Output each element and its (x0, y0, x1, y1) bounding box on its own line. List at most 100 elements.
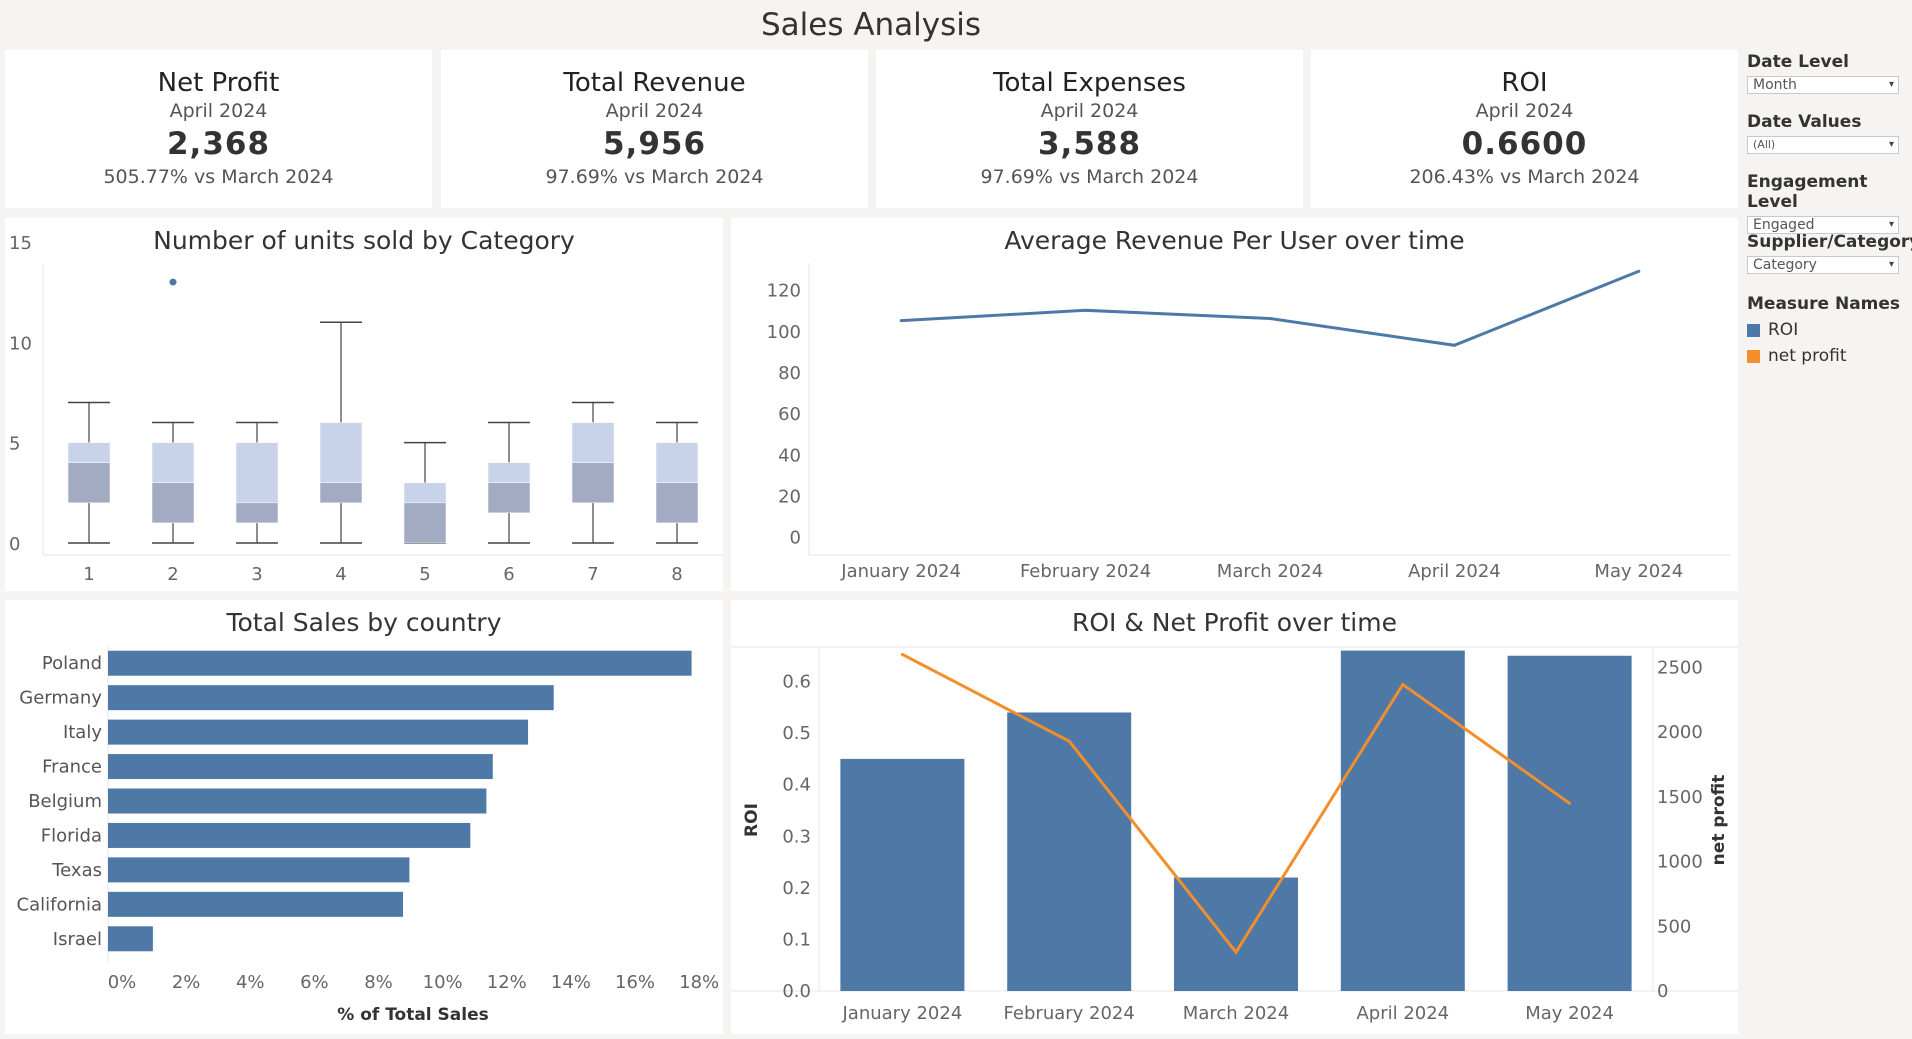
dropdown-value: Engaged (1753, 217, 1815, 233)
x-tick-label: 2 (167, 564, 178, 585)
kpi-card-net-profit: Net Profit April 2024 2,368 505.77% vs M… (5, 50, 432, 208)
country-bar (108, 719, 529, 745)
kpi-period: April 2024 (169, 100, 268, 122)
y-tick-label: 10 (9, 333, 32, 354)
x-tick-label: 10% (423, 972, 463, 993)
date-level-dropdown[interactable]: Month ▾ (1747, 76, 1899, 94)
y-tick-label: 80 (778, 363, 801, 384)
country-bar (108, 822, 471, 848)
x-tick-label: April 2024 (1356, 1003, 1449, 1024)
category-label: France (42, 757, 102, 778)
box-upper (655, 442, 699, 484)
y-tick-label: 40 (778, 445, 801, 466)
box-lower (655, 482, 699, 524)
legend-item-net-profit[interactable]: net profit (1747, 346, 1846, 366)
net-profit-point (1401, 683, 1405, 687)
legend-swatch (1747, 349, 1760, 363)
roi-bar (1174, 877, 1298, 991)
country-bar (108, 754, 493, 780)
kpi-title: Total Revenue (563, 68, 746, 98)
net-profit-point (1234, 950, 1238, 954)
kpi-period: April 2024 (605, 100, 704, 122)
arpu-point (1268, 317, 1272, 321)
units-by-category-chart[interactable]: 0 5 10 15 1 2 3 4 5 6 7 8 (5, 218, 723, 591)
chevron-down-icon: ▾ (1888, 259, 1894, 270)
supplier-category-dropdown[interactable]: Category ▾ (1747, 256, 1899, 274)
country-bar (108, 650, 692, 676)
date-level-filter: Date Level Month ▾ (1747, 52, 1907, 94)
x-tick-label: 6% (300, 972, 329, 993)
country-bar (108, 685, 554, 711)
category-label: Poland (42, 653, 102, 674)
arpu-line (901, 269, 1640, 347)
roi-bar (1507, 655, 1632, 991)
category-label: Italy (63, 722, 102, 743)
sales-by-country-panel: Total Sales by country Poland Germany Ital… (5, 600, 723, 1034)
chevron-down-icon: ▾ (1888, 79, 1894, 90)
chevron-down-icon: ▾ (1888, 139, 1894, 150)
x-tick-label: March 2024 (1183, 1003, 1289, 1024)
y-tick-label: 60 (778, 404, 801, 425)
y-right-tick-label: 1000 (1657, 852, 1703, 873)
y-right-tick-label: 0 (1657, 981, 1668, 1002)
x-axis-title: % of Total Sales (337, 1005, 489, 1025)
category-label: Florida (41, 825, 102, 846)
category-label: Texas (51, 860, 102, 881)
country-bar (108, 857, 410, 883)
filter-label: Date Values (1747, 112, 1862, 132)
arpu-panel: Average Revenue Per User over time 0 20 40… (731, 218, 1738, 591)
box-lower (151, 482, 195, 524)
y-left-tick-label: 0.2 (782, 878, 811, 899)
box-upper (403, 482, 447, 504)
category-label: Germany (19, 688, 102, 709)
box-lower (403, 502, 447, 544)
outlier-point (169, 278, 177, 286)
box-lower (487, 482, 531, 514)
arpu-point (1637, 269, 1641, 273)
dashboard-title: Sales Analysis (760, 7, 982, 43)
roi-bar (840, 758, 965, 991)
roi-net-profit-chart[interactable]: 0.0 0.1 0.2 0.3 0.4 0.5 0.6 0 500 1000 1500 2000 250… (731, 600, 1738, 1034)
dropdown-value: (All) (1753, 138, 1776, 151)
kpi-card-roi: ROI April 2024 0.6600 206.43% vs March 2… (1311, 50, 1738, 208)
y-tick-label: 5 (9, 434, 20, 455)
box-lower (67, 462, 111, 504)
sales-by-country-chart[interactable]: Poland Germany Italy France Belgium Florida Te… (5, 600, 723, 1034)
y-tick-label: 100 (767, 322, 801, 343)
legend-swatch (1747, 323, 1760, 337)
box-lower (571, 462, 615, 504)
box-upper (67, 442, 111, 463)
x-tick-label: 2% (172, 972, 201, 993)
kpi-title: ROI (1501, 68, 1548, 98)
kpi-compare: 505.77% vs March 2024 (103, 166, 334, 188)
y-left-tick-label: 0.5 (782, 723, 811, 744)
y-right-tick-label: 1500 (1657, 787, 1703, 808)
category-label: Israel (53, 929, 102, 950)
y-tick-label: 0 (790, 528, 801, 549)
filter-label: Supplier/Category (1747, 232, 1912, 252)
x-tick-label: May 2024 (1525, 1003, 1614, 1024)
y-left-tick-label: 0.4 (782, 775, 811, 796)
date-values-dropdown[interactable]: (All) ▾ (1747, 136, 1899, 154)
x-tick-label: February 2024 (1020, 561, 1151, 582)
y-right-tick-label: 2000 (1657, 722, 1703, 743)
x-tick-label: April 2024 (1408, 561, 1501, 582)
kpi-value: 5,956 (602, 126, 707, 162)
legend-item-roi[interactable]: ROI (1747, 320, 1798, 340)
x-tick-label: 8% (364, 972, 393, 993)
net-profit-point (1568, 801, 1572, 805)
roi-bar (1007, 712, 1132, 991)
arpu-chart[interactable]: 0 20 40 60 80 100 120 January 2024 February 2024… (731, 218, 1738, 591)
x-tick-label: 4 (335, 564, 346, 585)
x-tick-label: January 2024 (840, 561, 961, 582)
category-label: Belgium (28, 791, 102, 812)
dropdown-value: Month (1753, 77, 1797, 93)
chevron-down-icon: ▾ (1888, 219, 1894, 230)
x-tick-label: 6 (503, 564, 514, 585)
legend-label: ROI (1768, 320, 1799, 340)
y-left-tick-label: 0.6 (782, 672, 811, 693)
box-lower (319, 482, 363, 504)
kpi-compare: 97.69% vs March 2024 (545, 166, 764, 188)
y-tick-label: 0 (9, 534, 20, 555)
x-tick-label: 0% (108, 972, 137, 993)
